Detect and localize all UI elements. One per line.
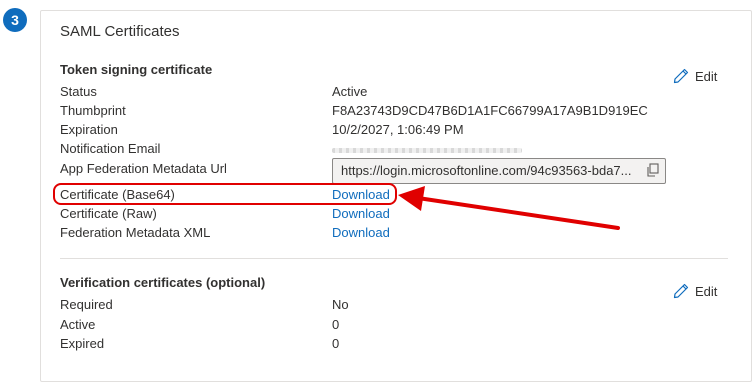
certificate-raw-label: Certificate (Raw) [60,206,157,221]
saml-certificates-card: SAML Certificates Token signing certific… [40,10,752,382]
section-divider [60,258,728,259]
status-value: Active [332,84,368,99]
expired-value: 0 [332,336,340,351]
step-number-badge: 3 [3,8,27,32]
required-value: No [332,297,349,312]
verification-title: Verification certificates (optional) [60,275,266,290]
edit-label: Edit [695,68,718,84]
thumbprint-row: Thumbprint F8A23743D9CD47B6D1A1FC66799A1… [60,101,680,120]
thumbprint-label: Thumbprint [60,103,126,118]
active-row: Active 0 [60,315,680,334]
federation-metadata-xml-label: Federation Metadata XML [60,225,211,240]
redacted-email [332,148,522,153]
notification-email-row: Notification Email [60,139,680,158]
federation-metadata-xml-row: Federation Metadata XML Download [60,223,680,242]
expiration-row: Expiration 10/2/2027, 1:06:49 PM [60,120,680,139]
metadata-url-value: https://login.microsoftonline.com/94c935… [341,163,632,178]
card-title: SAML Certificates [60,23,180,40]
metadata-url-field[interactable]: https://login.microsoftonline.com/94c935… [332,158,666,184]
notification-email-label: Notification Email [60,141,161,156]
metadata-url-label: App Federation Metadata Url [60,161,227,176]
expired-label: Expired [60,336,105,351]
thumbprint-value: F8A23743D9CD47B6D1A1FC66799A17A9B1D919EC [332,103,648,118]
notification-email-value [332,139,522,158]
required-row: Required No [60,295,680,314]
certificate-raw-row: Certificate (Raw) Download [60,204,680,223]
federation-metadata-xml-download-link[interactable]: Download [332,223,390,242]
certificate-raw-download-link[interactable]: Download [332,204,390,223]
status-label: Status [60,84,97,99]
active-label: Active [60,317,96,332]
edit-label: Edit [695,283,718,299]
required-label: Required [60,297,113,312]
expiration-value: 10/2/2027, 1:06:49 PM [332,122,464,137]
expiration-label: Expiration [60,122,118,137]
copy-icon[interactable] [646,163,660,177]
active-value: 0 [332,317,340,332]
token-signing-title: Token signing certificate [60,62,213,77]
highlight-annotation [53,183,397,205]
expired-row: Expired 0 [60,334,680,353]
status-row: Status Active [60,82,680,101]
